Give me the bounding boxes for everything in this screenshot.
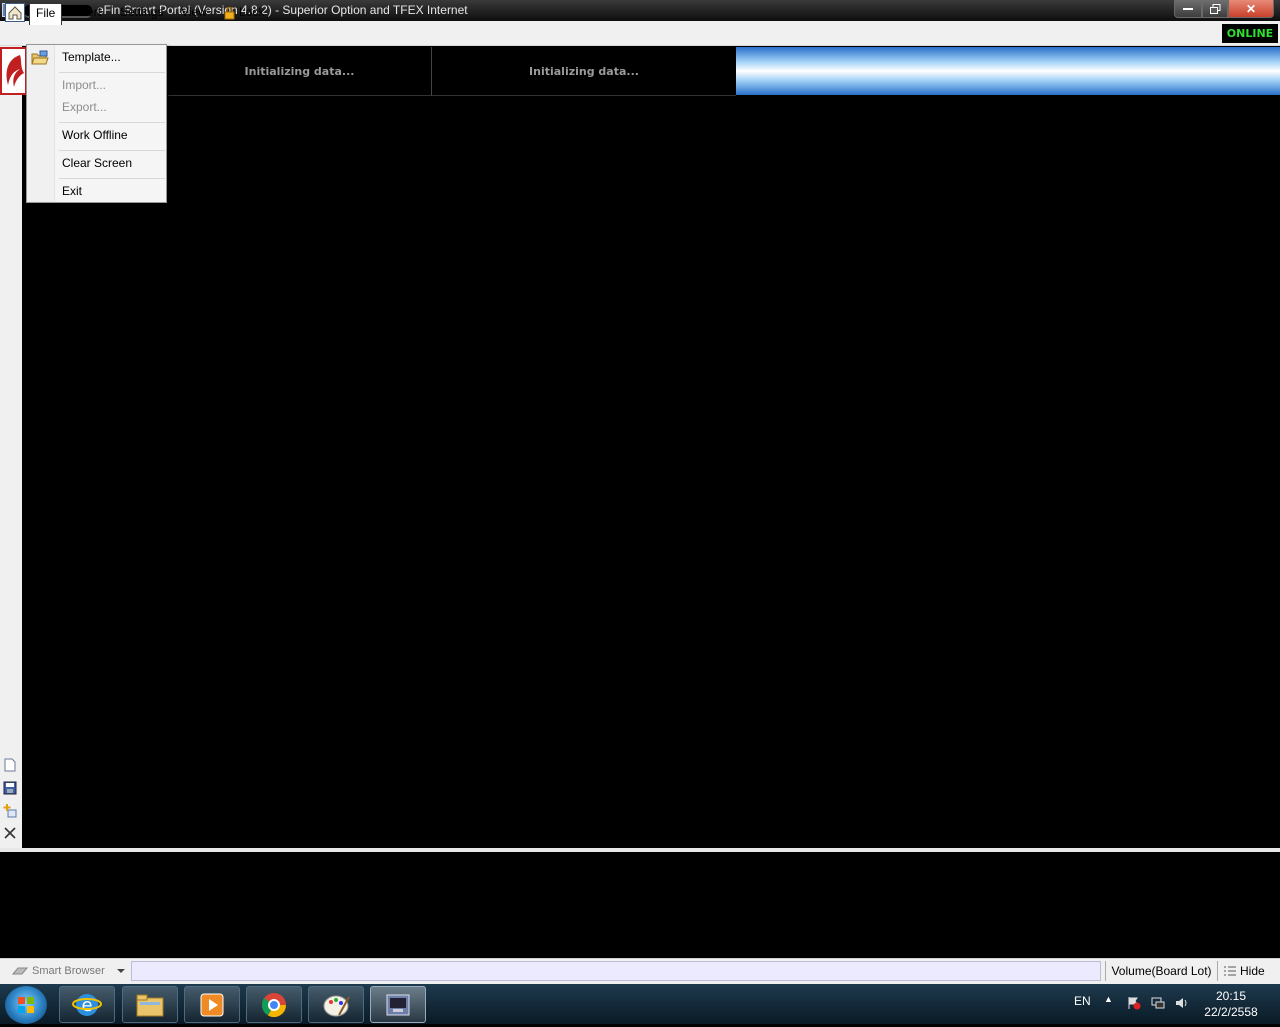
clock-time[interactable]: 20:15 [1212, 989, 1250, 1003]
clock-date[interactable]: 22/2/2558 [1200, 1005, 1262, 1019]
volume-unit-label[interactable]: Volume(Board Lot) [1105, 961, 1218, 981]
new-page-icon[interactable] [3, 758, 17, 772]
file-menu-work-offline[interactable]: Work Offline [62, 128, 128, 142]
smart-browser-input[interactable] [131, 961, 1101, 981]
hide-label: Hide [1240, 964, 1265, 978]
action-center-flag-icon[interactable] [1127, 996, 1141, 1010]
menu-view[interactable]: View [175, 3, 213, 22]
close-icon: ✕ [1245, 1, 1257, 16]
efin-app-icon [386, 994, 410, 1015]
restore-button[interactable] [1202, 0, 1228, 18]
internet-explorer-icon: e [72, 993, 102, 1016]
menu-separator [59, 122, 165, 123]
open-folder-icon [31, 50, 49, 65]
menu-separator [59, 72, 165, 73]
taskbar-media-player[interactable] [184, 986, 240, 1023]
start-button[interactable] [5, 986, 47, 1024]
home-icon [8, 6, 22, 20]
taskbar-explorer[interactable] [122, 986, 178, 1023]
taskbar-ie[interactable]: e [59, 986, 115, 1023]
close-button[interactable]: ✕ [1228, 0, 1274, 18]
flame-logo-icon [6, 55, 24, 87]
file-menu-export[interactable]: Export... [62, 100, 107, 114]
menu-insert[interactable]: Insert [65, 3, 107, 22]
home-button[interactable] [5, 3, 25, 22]
file-dropdown-menu: Template... Import... Export... Work Off… [26, 44, 167, 203]
network-icon[interactable] [1151, 996, 1165, 1010]
bottom-panel [2, 852, 1278, 958]
file-menu-template[interactable]: Template... [62, 50, 121, 64]
paint-palette-icon [323, 995, 350, 1016]
language-indicator[interactable]: EN [1074, 994, 1091, 1008]
folder-icon [136, 994, 164, 1016]
taskbar-efin-active[interactable] [370, 986, 426, 1023]
menu-lock[interactable]: Lock [216, 3, 270, 22]
minimize-button[interactable] [1174, 0, 1202, 18]
windows-logo-icon [18, 997, 34, 1013]
loading-progress-banner [736, 47, 1280, 95]
show-hidden-icons-button[interactable]: ▲ [1104, 994, 1113, 1004]
index-panel-1: Initializing data... [168, 47, 432, 96]
file-menu-import[interactable]: Import... [62, 78, 106, 92]
index-panel-2: Initializing data... [432, 47, 736, 96]
taskbar-paint[interactable] [308, 986, 364, 1023]
save-icon[interactable] [3, 781, 17, 795]
efin-logo [0, 47, 27, 95]
menu-file[interactable]: File [29, 3, 63, 25]
smart-browser-dropdown[interactable]: Smart Browser [12, 961, 126, 981]
chrome-icon [261, 992, 286, 1017]
menu-settings[interactable]: Settings [114, 3, 169, 22]
add-window-icon[interactable] [3, 804, 17, 818]
file-menu-clear-screen[interactable]: Clear Screen [62, 156, 132, 170]
volume-icon[interactable] [1175, 996, 1189, 1010]
media-player-icon [200, 993, 224, 1016]
menu-lock-label: Lock [239, 5, 265, 19]
connection-status-badge: ONLINE [1222, 24, 1278, 43]
minimize-icon [1183, 7, 1193, 10]
lock-icon [224, 6, 235, 19]
hide-button[interactable]: Hide [1224, 961, 1278, 981]
taskbar-chrome[interactable] [246, 986, 302, 1023]
close-window-icon[interactable] [3, 826, 17, 840]
menu-bar [0, 21, 1280, 46]
file-menu-exit[interactable]: Exit [62, 184, 82, 198]
smart-browser-label: Smart Browser [32, 965, 105, 977]
restore-icon [1209, 3, 1220, 14]
menu-separator [59, 178, 165, 179]
smart-browser-icon [12, 967, 28, 975]
chevron-down-icon [116, 969, 125, 973]
left-toolbar [0, 46, 22, 848]
menu-separator [59, 150, 165, 151]
menu-icon-gutter [27, 45, 55, 202]
list-icon [1224, 966, 1236, 976]
